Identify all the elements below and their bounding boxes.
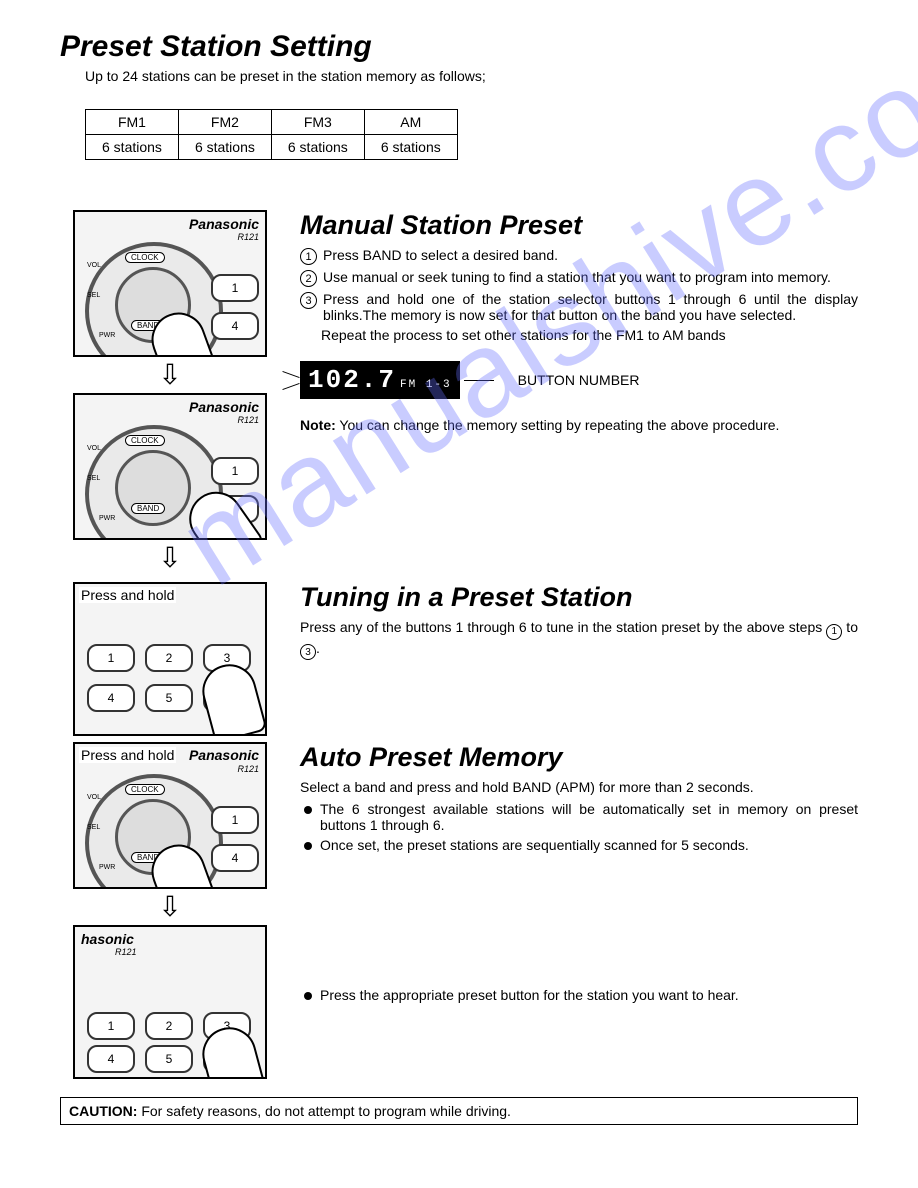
manual-step-1: Press BAND to select a desired band. (323, 247, 858, 265)
press-and-hold-label: Press and hold (79, 587, 176, 603)
preset-5: 5 (145, 684, 193, 712)
button-number-label: BUTTON NUMBER (518, 372, 640, 388)
caution-label: CAUTION: (69, 1103, 137, 1119)
sel-label: SEL (87, 292, 100, 299)
preset-4: 4 (87, 1045, 135, 1073)
manual-repeat-text: Repeat the process to set other stations… (321, 327, 858, 343)
sel-label: SEL (87, 824, 100, 831)
bands-header: FM2 (178, 110, 271, 135)
sel-label: SEL (87, 475, 100, 482)
clock-label: CLOCK (125, 784, 165, 795)
bands-cell: 6 stations (364, 135, 457, 160)
model-label: R121 (115, 947, 137, 957)
bands-cell: 6 stations (86, 135, 179, 160)
bands-cell: 6 stations (178, 135, 271, 160)
step-number-icon: 1 (826, 624, 842, 640)
model-label: R121 (237, 764, 259, 774)
pwr-label: PWR (99, 515, 115, 522)
manual-step-3: Press and hold one of the station select… (323, 291, 858, 323)
page-subtitle: Up to 24 stations can be preset in the s… (85, 68, 858, 84)
lcd-frequency: 102.7 (308, 365, 396, 395)
auto-final-bullet: Press the appropriate preset button for … (320, 987, 739, 1003)
clock-label: CLOCK (125, 252, 165, 263)
preset-1: 1 (211, 806, 259, 834)
caution-box: CAUTION: For safety reasons, do not atte… (60, 1097, 858, 1125)
step-number-icon: 1 (300, 248, 317, 265)
arrow-down-icon: ⇩ (158, 544, 181, 572)
leader-line-icon (464, 380, 494, 381)
arrow-down-icon: ⇩ (158, 361, 181, 389)
arrow-down-icon: ⇩ (158, 893, 181, 921)
vol-label: VOL (87, 262, 101, 269)
pwr-label: PWR (99, 864, 115, 871)
preset-4: 4 (211, 844, 259, 872)
clock-label: CLOCK (125, 435, 165, 446)
auto-bullet-1: The 6 strongest available stations will … (320, 801, 858, 833)
auto-preset-heading: Auto Preset Memory (300, 742, 858, 773)
brand-label: Panasonic (189, 747, 259, 763)
preset-4: 4 (87, 684, 135, 712)
page-title: Preset Station Setting (60, 30, 858, 64)
preset-1: 1 (211, 457, 259, 485)
brand-label: Panasonic (189, 399, 259, 415)
bands-cell: 6 stations (271, 135, 364, 160)
caution-text: For safety reasons, do not attempt to pr… (137, 1103, 511, 1119)
manual-preset-heading: Manual Station Preset (300, 210, 858, 241)
preset-1: 1 (87, 1012, 135, 1040)
vol-label: VOL (87, 794, 101, 801)
bullet-icon (304, 992, 312, 1000)
diagram-press-and-hold-presets: Press and hold 1 2 3 4 5 6 (73, 582, 267, 736)
bullet-icon (304, 806, 312, 814)
bullet-icon (304, 842, 312, 850)
indicator-lines-icon (282, 380, 300, 381)
preset-2: 2 (145, 1012, 193, 1040)
diagram-select-band: Panasonic R121 CLOCK BAND VOL SEL PWR 1 … (73, 210, 267, 357)
step-number-icon: 3 (300, 292, 317, 309)
lcd-band: FM 1-3 (400, 379, 452, 391)
tuning-text: Press any of the buttons 1 through 6 to … (300, 619, 858, 660)
bands-header: FM3 (271, 110, 364, 135)
pwr-label: PWR (99, 332, 115, 339)
diagram-tune-station: Panasonic R121 CLOCK BAND VOL SEL PWR 1 … (73, 393, 267, 540)
preset-1: 1 (87, 644, 135, 672)
preset-4: 4 (211, 312, 259, 340)
model-label: R121 (237, 415, 259, 425)
model-label: R121 (237, 232, 259, 242)
tuning-heading: Tuning in a Preset Station (300, 582, 858, 613)
brand-label-partial: hasonic (81, 931, 134, 947)
vol-label: VOL (87, 445, 101, 452)
preset-1: 1 (211, 274, 259, 302)
band-label: BAND (131, 503, 165, 514)
lcd-display: 102.7 FM 1-3 (300, 361, 460, 399)
bands-header: AM (364, 110, 457, 135)
diagram-press-and-hold-band: Press and hold Panasonic R121 CLOCK BAND… (73, 742, 267, 889)
manual-note: Note: You can change the memory setting … (300, 417, 858, 433)
step-number-icon: 2 (300, 270, 317, 287)
auto-intro: Select a band and press and hold BAND (A… (300, 779, 858, 795)
auto-bullet-2: Once set, the preset stations are sequen… (320, 837, 749, 853)
manual-step-2: Use manual or seek tuning to find a stat… (323, 269, 858, 287)
bands-table: FM1 FM2 FM3 AM 6 stations 6 stations 6 s… (85, 109, 458, 160)
preset-5: 5 (145, 1045, 193, 1073)
diagram-select-preset: hasonic R121 1 2 3 4 5 6 (73, 925, 267, 1079)
bands-header: FM1 (86, 110, 179, 135)
preset-2: 2 (145, 644, 193, 672)
brand-label: Panasonic (189, 216, 259, 232)
step-number-icon: 3 (300, 644, 316, 660)
press-and-hold-label: Press and hold (79, 747, 176, 763)
